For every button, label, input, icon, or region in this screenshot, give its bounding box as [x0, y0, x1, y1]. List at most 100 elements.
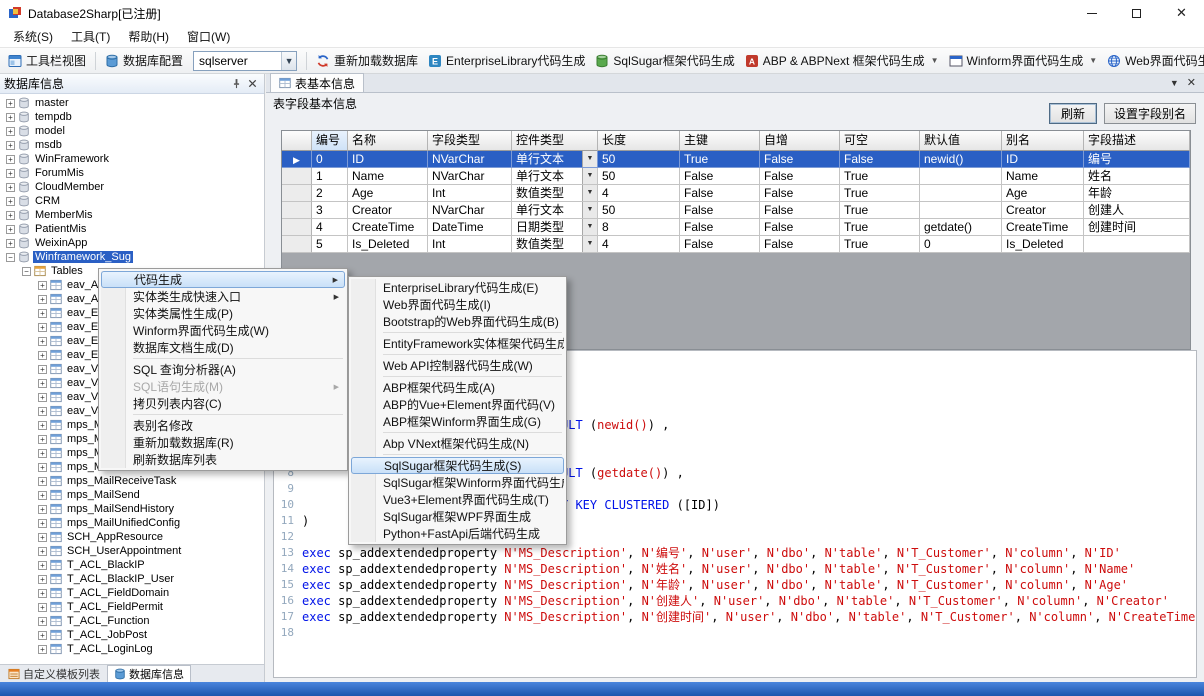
tree-expander-icon[interactable]: +	[38, 631, 47, 640]
submenu-item-5-2[interactable]: Vue3+Element界面代码生成(T)	[351, 491, 564, 508]
grid-col-header[interactable]: 自增	[760, 131, 840, 151]
toolbar-button-7[interactable]: SqlSugar框架代码生成	[591, 50, 738, 71]
titlebar[interactable]: Database2Sharp[已注册] ✕	[0, 0, 1204, 26]
tree-expander-icon[interactable]: +	[38, 463, 47, 472]
submenu-item-5-3[interactable]: SqlSugar框架WPF界面生成	[351, 508, 564, 525]
grid-row[interactable]: 1NameNVarChar单行文本▼50FalseFalseTrueName姓名	[282, 168, 1190, 185]
tree-expander-icon[interactable]: +	[6, 197, 15, 206]
grid-cell[interactable]: False	[760, 219, 840, 236]
grid-cell[interactable]: False	[760, 168, 840, 185]
context-menu-item-2-0[interactable]: 表别名修改	[101, 417, 345, 434]
tree-node[interactable]: +T_ACL_BlackIP_User	[0, 572, 264, 586]
tree-node[interactable]: +T_ACL_FieldPermit	[0, 600, 264, 614]
context-menu-item-0-1[interactable]: 实体类生成快速入口▶	[101, 288, 345, 305]
tree-node[interactable]: +WinFramework	[0, 152, 264, 166]
tree-expander-icon[interactable]: +	[6, 113, 15, 122]
grid-cell[interactable]: False	[760, 202, 840, 219]
row-selector[interactable]	[282, 219, 312, 236]
chevron-down-icon[interactable]: ▼	[931, 56, 939, 65]
grid-col-header[interactable]: 长度	[598, 131, 680, 151]
grid-cell[interactable]: 单行文本▼	[512, 168, 598, 185]
menu-item-0[interactable]: 系统(S)	[4, 25, 62, 48]
grid-cell[interactable]	[920, 202, 1002, 219]
tree-node[interactable]: +T_ACL_JobPost	[0, 628, 264, 642]
tree-expander-icon[interactable]: +	[6, 127, 15, 136]
context-menu-item-0-2[interactable]: 实体类属性生成(P)	[101, 305, 345, 322]
row-selector[interactable]: ▶	[282, 151, 312, 168]
grid-cell[interactable]: Creator	[1002, 202, 1084, 219]
grid-cell[interactable]: 8	[598, 219, 680, 236]
tab-list-dropdown-icon[interactable]: ▼	[1170, 78, 1179, 88]
submenu-item-1-0[interactable]: EntityFramework实体框架代码生成(F)	[351, 335, 564, 352]
tree-expander-icon[interactable]: +	[38, 575, 47, 584]
grid-col-header[interactable]: 主键	[680, 131, 760, 151]
minimize-button[interactable]	[1069, 0, 1114, 26]
combo-dropdown-icon[interactable]: ▼	[582, 168, 597, 184]
context-menu-item-1-0[interactable]: SQL 查询分析器(A)	[101, 361, 345, 378]
tree-expander-icon[interactable]: +	[38, 477, 47, 486]
tree-expander-icon[interactable]: +	[38, 309, 47, 318]
grid-row[interactable]: 5Is_DeletedInt数值类型▼4FalseFalseTrue0Is_De…	[282, 236, 1190, 253]
grid-cell[interactable]: 0	[920, 236, 1002, 253]
grid-cell[interactable]: False	[680, 168, 760, 185]
maximize-button[interactable]	[1114, 0, 1159, 26]
tree-expander-icon[interactable]: +	[38, 589, 47, 598]
context-menu-item-2-2[interactable]: 刷新数据库列表	[101, 451, 345, 468]
context-menu-item-0-3[interactable]: Winform界面代码生成(W)	[101, 322, 345, 339]
submenu-item-0-1[interactable]: Web界面代码生成(I)	[351, 296, 564, 313]
grid-cell[interactable]: 5	[312, 236, 348, 253]
tree-node[interactable]: +CloudMember	[0, 180, 264, 194]
menu-item-1[interactable]: 工具(T)	[62, 25, 119, 48]
tree-node[interactable]: +T_ACL_FieldDomain	[0, 586, 264, 600]
menu-item-3[interactable]: 窗口(W)	[178, 25, 239, 48]
grid-cell[interactable]: ID	[1002, 151, 1084, 168]
submenu-item-3-2[interactable]: ABP框架Winform界面生成(G)	[351, 413, 564, 430]
submenu-item-0-2[interactable]: Bootstrap的Web界面代码生成(B)	[351, 313, 564, 330]
tree-expander-icon[interactable]: +	[38, 533, 47, 542]
sidebar-close-button[interactable]	[244, 76, 260, 92]
grid-cell[interactable]: Is_Deleted	[1002, 236, 1084, 253]
tree-expander-icon[interactable]: +	[38, 351, 47, 360]
row-selector[interactable]	[282, 185, 312, 202]
tree-node[interactable]: +ForumMis	[0, 166, 264, 180]
grid-cell[interactable]: NVarChar	[428, 202, 512, 219]
tree-node[interactable]: +CRM	[0, 194, 264, 208]
tree-expander-icon[interactable]: +	[6, 99, 15, 108]
grid-cell[interactable]: getdate()	[920, 219, 1002, 236]
tree-node[interactable]: +SCH_UserAppointment	[0, 544, 264, 558]
grid-col-header[interactable]: 控件类型	[512, 131, 598, 151]
tree-expander-icon[interactable]: +	[38, 407, 47, 416]
submenu-item-2-0[interactable]: Web API控制器代码生成(W)	[351, 357, 564, 374]
toolbar-button-2[interactable]: 数据库配置	[101, 50, 187, 71]
grid-cell[interactable]: 50	[598, 202, 680, 219]
grid-cell[interactable]: NVarChar	[428, 151, 512, 168]
context-menu-item-0-4[interactable]: 数据库文档生成(D)	[101, 339, 345, 356]
grid-cell[interactable]: False	[760, 185, 840, 202]
context-menu-item-0-0[interactable]: 代码生成▶	[101, 271, 345, 288]
grid-cell[interactable]: True	[840, 168, 920, 185]
toolbar-button-9[interactable]: Winform界面代码生成▼	[945, 50, 1102, 71]
tree-expander-icon[interactable]: +	[38, 561, 47, 570]
grid-cell[interactable]: True	[680, 151, 760, 168]
tree-expander-icon[interactable]: +	[38, 491, 47, 500]
grid-cell[interactable]: CreateTime	[1002, 219, 1084, 236]
tree-node[interactable]: +msdb	[0, 138, 264, 152]
grid-cell[interactable]	[920, 168, 1002, 185]
grid-row[interactable]: 4CreateTimeDateTime日期类型▼8FalseFalseTrueg…	[282, 219, 1190, 236]
grid-cell[interactable]: 创建人	[1084, 202, 1190, 219]
grid-cell[interactable]: 单行文本▼	[512, 151, 598, 168]
grid-cell[interactable]: 日期类型▼	[512, 219, 598, 236]
toolbar-button-0[interactable]: 工具栏视图	[4, 50, 90, 71]
grid-cell[interactable]: NVarChar	[428, 168, 512, 185]
grid-cell[interactable]	[1084, 236, 1190, 253]
grid-cell[interactable]: 单行文本▼	[512, 202, 598, 219]
tree-expander-icon[interactable]: +	[38, 337, 47, 346]
tree-expander-icon[interactable]: +	[38, 379, 47, 388]
grid-cell[interactable]: Int	[428, 185, 512, 202]
grid-col-header[interactable]: 字段描述	[1084, 131, 1190, 151]
grid-col-header[interactable]: 默认值	[920, 131, 1002, 151]
grid-row[interactable]: 3CreatorNVarChar单行文本▼50FalseFalseTrueCre…	[282, 202, 1190, 219]
grid-cell[interactable]: Name	[348, 168, 428, 185]
tree-expander-icon[interactable]: +	[38, 421, 47, 430]
grid-col-header[interactable]: 可空	[840, 131, 920, 151]
